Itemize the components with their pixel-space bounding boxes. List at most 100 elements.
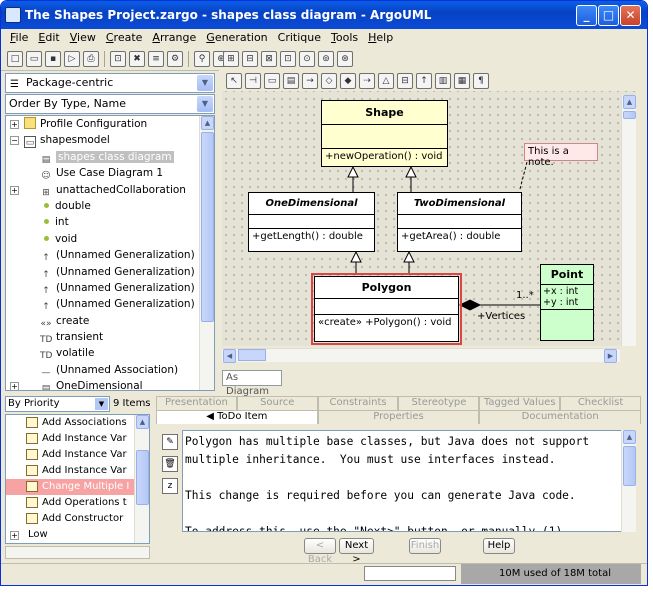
details-tab[interactable]: ◀ ToDo Item <box>156 410 318 424</box>
chevron-down-icon[interactable]: ▼ <box>95 398 108 410</box>
print-icon[interactable]: ⎙ <box>83 50 99 67</box>
details-tab[interactable]: Tagged Values <box>479 396 561 410</box>
scroll-left-icon[interactable]: ◀ <box>223 349 236 363</box>
tree-item[interactable]: − ▭ shapesmodel <box>6 132 214 149</box>
expand-icon[interactable]: + <box>10 120 19 129</box>
note[interactable]: This is a note. <box>524 143 598 168</box>
twodimensional-class[interactable]: TwoDimensional +getArea() : double <box>397 192 522 252</box>
shape-class[interactable]: Shape +newOperation() : void <box>321 100 448 167</box>
scroll-up-icon[interactable]: ▲ <box>136 415 149 429</box>
tree-item[interactable]: ☺ Use Case Diagram 1 <box>6 165 214 181</box>
next-button[interactable]: Next > <box>339 538 374 565</box>
new-activity-diagram-icon[interactable]: ⊚ <box>318 51 334 67</box>
todo-item[interactable]: Add Constructor <box>6 511 149 527</box>
tree-item[interactable]: ↑ (Unnamed Generalization) <box>6 296 214 312</box>
tree-item[interactable]: ↑ (Unnamed Generalization) <box>6 247 214 263</box>
tree-item[interactable]: ↑ (Unnamed Generalization) <box>6 280 214 296</box>
remove-from-diagram-icon[interactable]: ⊡ <box>110 50 126 67</box>
delete-icon[interactable]: ✖ <box>129 50 145 67</box>
scroll-thumb[interactable] <box>623 446 636 486</box>
details-tab[interactable]: Constraints <box>317 396 399 410</box>
tab-as-diagram[interactable]: As Diagram <box>222 370 282 397</box>
new-class-diagram-icon[interactable]: ⊞ <box>223 51 239 67</box>
tree-item[interactable]: TD transient <box>6 329 214 345</box>
minimize-button[interactable]: _ <box>576 5 597 26</box>
new-collaboration-diagram-icon[interactable]: ⊡ <box>280 51 296 67</box>
new-deployment-diagram-icon[interactable]: ⊛ <box>337 51 353 67</box>
todo-item[interactable]: Add Associations <box>6 415 149 431</box>
low-priority-node[interactable]: + Low <box>6 527 149 543</box>
chevron-down-icon[interactable]: ▼ <box>197 75 213 91</box>
description-scrollbar[interactable]: ▲ <box>621 430 636 532</box>
scroll-thumb[interactable] <box>238 349 266 361</box>
tree-item[interactable]: + ▤ OneDimensional <box>6 378 214 390</box>
todo-group-select[interactable]: By Priority ▼ <box>5 396 110 412</box>
scroll-thumb[interactable] <box>623 111 636 119</box>
open-file-icon[interactable]: ▭ <box>26 50 42 67</box>
expand-icon[interactable]: + <box>10 531 19 540</box>
menu-item[interactable]: Edit <box>33 29 64 47</box>
expand-icon[interactable]: + <box>10 382 19 390</box>
details-tab[interactable]: Presentation <box>156 396 237 410</box>
details-tab[interactable]: Source <box>236 396 318 410</box>
point-class[interactable]: Point +x : int +y : int <box>540 264 594 341</box>
details-tab[interactable]: Checklist <box>560 396 641 410</box>
chevron-down-icon[interactable]: ▼ <box>197 96 213 112</box>
todo-scrollbar[interactable]: ▲ <box>134 415 149 543</box>
menu-item[interactable]: Create <box>101 29 148 47</box>
close-button[interactable]: ✕ <box>620 5 641 26</box>
tree-item[interactable]: + Profile Configuration <box>6 116 214 132</box>
resolve-todo-icon[interactable]: 🗑 <box>162 456 178 472</box>
onedimensional-class[interactable]: OneDimensional +getLength() : double <box>248 192 375 252</box>
settings-icon[interactable]: ⚙ <box>167 50 183 67</box>
polygon-class[interactable]: Polygon «create» +Polygon() : void <box>311 273 462 345</box>
tree-item[interactable]: ▤ shapes class diagram <box>6 149 214 165</box>
tree-item[interactable]: «» create <box>6 313 214 329</box>
todo-item[interactable]: Add Instance Var <box>6 463 149 479</box>
scroll-up-icon[interactable]: ▲ <box>623 95 636 109</box>
finish-button[interactable]: Finish <box>409 538 441 554</box>
menu-item[interactable]: Tools <box>326 29 363 47</box>
menu-item[interactable]: Arrange <box>147 29 201 47</box>
diagram-hscroll[interactable]: ◀ ▶ <box>222 348 620 363</box>
tree-item[interactable]: double <box>6 198 214 214</box>
scroll-thumb[interactable] <box>201 132 214 322</box>
details-tab[interactable]: Documentation <box>479 410 642 424</box>
menu-item[interactable]: Critique <box>273 29 326 47</box>
help-button[interactable]: Help <box>483 538 515 554</box>
todo-hscroll[interactable] <box>5 546 150 559</box>
todo-item[interactable]: Change Multiple I <box>6 479 149 495</box>
find-icon[interactable]: ⚲ <box>194 50 210 67</box>
tree-item[interactable]: + ⊞ unattachedCollaboration <box>6 182 214 198</box>
scroll-up-icon[interactable]: ▲ <box>201 116 214 130</box>
menu-item[interactable]: Generation <box>201 29 272 47</box>
todo-item[interactable]: Add Instance Var <box>6 447 149 463</box>
scroll-thumb[interactable] <box>136 450 149 505</box>
menu-item[interactable]: View <box>65 29 101 47</box>
order-select[interactable]: Order By Type, Name ▼ <box>5 94 215 114</box>
tree-scrollbar[interactable]: ▲ <box>199 116 214 390</box>
diagram-canvas[interactable]: ↖ ⊣ ▭ ▤ → ◇ ◆ ⇢ △ ⊟ ↑ ▥ ▦ ¶ Shape +newOp… <box>222 71 636 346</box>
new-statechart-diagram-icon[interactable]: ⊙ <box>299 51 315 67</box>
save-icon[interactable]: ▪ <box>45 50 61 67</box>
tree-item[interactable]: ↑ (Unnamed Generalization) <box>6 264 214 280</box>
todo-item[interactable]: Add Instance Var <box>6 431 149 447</box>
details-tab[interactable]: Properties <box>317 410 480 424</box>
collapse-icon[interactable]: − <box>10 136 19 146</box>
menu-item[interactable]: Help <box>363 29 398 47</box>
scroll-right-icon[interactable]: ▶ <box>604 349 617 363</box>
tree-item[interactable]: void <box>6 231 214 247</box>
perspective-select[interactable]: ☰ Package-centric ▼ <box>5 73 215 93</box>
expand-icon[interactable]: + <box>10 185 19 195</box>
tree-item[interactable]: int <box>6 214 214 230</box>
menu-item[interactable]: File <box>5 29 33 47</box>
maximize-button[interactable]: □ <box>598 5 619 26</box>
todo-item[interactable]: Add Operations t <box>6 495 149 511</box>
scroll-up-icon[interactable]: ▲ <box>623 430 636 444</box>
tree-item[interactable]: TD volatile <box>6 345 214 361</box>
new-todo-icon[interactable]: ✎ <box>162 434 178 450</box>
snooze-icon[interactable]: z <box>162 478 178 494</box>
back-button[interactable]: < Back <box>304 538 336 565</box>
new-usecase-diagram-icon[interactable]: ⊟ <box>242 51 258 67</box>
navigate-icon[interactable]: ≡ <box>148 50 164 67</box>
